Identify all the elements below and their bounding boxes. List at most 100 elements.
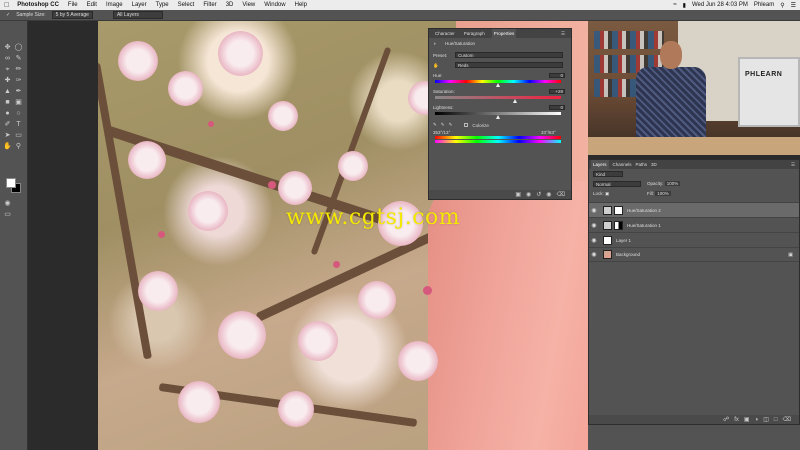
menu-filter[interactable]: Filter [203, 2, 216, 8]
tab-paths[interactable]: Paths [636, 162, 648, 167]
saturation-value[interactable]: +28 [549, 89, 565, 94]
layer-row[interactable]: ◉ Background ▣ [589, 247, 799, 262]
saturation-slider-thumb[interactable] [513, 99, 518, 103]
clock[interactable]: Wed Jun 28 4:03 PM [692, 2, 748, 8]
layer-name[interactable]: Layer 1 [616, 238, 631, 243]
layer-name[interactable]: Hue/Saturation 2 [627, 208, 661, 213]
healing-tool-icon[interactable]: ✚ [3, 76, 12, 85]
dodge-tool-icon[interactable]: ○ [14, 109, 23, 118]
path-select-icon[interactable]: ➤ [3, 131, 12, 140]
zoom-tool-icon[interactable]: ⚲ [14, 142, 23, 151]
marquee-tool-icon[interactable]: ◯ [14, 43, 23, 52]
fx-icon[interactable]: fx [734, 417, 739, 423]
tab-paragraph[interactable]: Paragraph [462, 31, 487, 36]
new-layer-icon[interactable]: □ [774, 417, 778, 423]
menu-3d[interactable]: 3D [226, 2, 234, 8]
eye-icon[interactable]: ◉ [589, 251, 599, 258]
tab-properties[interactable]: Properties [491, 29, 517, 38]
layer-row[interactable]: ◉ Hue/Saturation 2 [589, 202, 799, 217]
user-name[interactable]: Phleam [754, 2, 774, 8]
search-icon[interactable]: ⚲ [780, 2, 784, 9]
adjustment-layer-icon[interactable]: ◑ [755, 417, 759, 423]
stamp-tool-icon[interactable]: ▲ [3, 87, 12, 96]
eyedropper-plus-icon[interactable]: ✎ [441, 122, 445, 128]
eyedropper-icon[interactable]: ✓ [6, 12, 10, 18]
type-tool-icon[interactable]: T [14, 120, 23, 129]
move-tool-icon[interactable]: ✥ [3, 43, 12, 52]
lasso-tool-icon[interactable]: ∞ [3, 54, 12, 63]
saturation-slider[interactable] [435, 96, 561, 99]
foreground-color-swatch[interactable] [6, 178, 16, 188]
sample-size-select[interactable]: 5 by 5 Average [51, 11, 93, 19]
eyedropper-minus-icon[interactable]: ✎ [449, 122, 453, 128]
gradient-tool-icon[interactable]: ▣ [14, 98, 23, 107]
menu-help[interactable]: Help [295, 2, 307, 8]
screen-mode-icon[interactable]: ▭ [3, 210, 12, 219]
hand-tool-icon[interactable]: ✋ [433, 63, 439, 69]
blend-mode-select[interactable]: Normal [593, 181, 641, 187]
eye-icon[interactable]: ◉ [589, 207, 599, 214]
hue-range-bar-bottom[interactable] [435, 140, 561, 143]
lightness-value[interactable]: 0 [549, 105, 565, 110]
reset-icon[interactable]: ↺ [536, 191, 541, 198]
menu-image[interactable]: Image [106, 2, 123, 8]
view-previous-icon[interactable]: ◉ [526, 191, 531, 198]
list-icon[interactable]: ☰ [791, 2, 796, 9]
link-icon[interactable]: ☍ [723, 416, 729, 423]
tab-3d[interactable]: 3D [651, 162, 657, 167]
blur-tool-icon[interactable]: ● [3, 109, 12, 118]
menu-type[interactable]: Type [156, 2, 169, 8]
lock-icon[interactable]: ▣ [605, 191, 609, 196]
panel-menu-icon[interactable]: ☰ [791, 162, 795, 168]
apple-menu-icon[interactable]:  [4, 2, 9, 9]
eraser-tool-icon[interactable]: ■ [3, 98, 12, 107]
battery-icon[interactable]: ▮ [683, 2, 686, 9]
quick-mask-icon[interactable]: ◉ [3, 199, 12, 208]
tab-channels[interactable]: Channels [613, 162, 632, 167]
pen-tool-icon[interactable]: ✐ [3, 120, 12, 129]
layer-row[interactable]: ◉ Hue/Saturation 1 [589, 217, 799, 232]
menu-select[interactable]: Select [178, 2, 195, 8]
eyedropper-tool-icon[interactable]: ✏ [14, 65, 23, 74]
layer-mask-thumbnail[interactable] [614, 205, 623, 215]
layer-row[interactable]: ◉ Layer 1 [589, 232, 799, 247]
brush-tool-icon[interactable]: ✑ [14, 76, 23, 85]
eye-icon[interactable]: ◉ [589, 237, 599, 244]
eye-icon[interactable]: ◉ [589, 222, 599, 229]
tab-character[interactable]: Character [433, 31, 457, 36]
hue-value[interactable]: 0 [549, 73, 565, 78]
hue-slider-thumb[interactable] [495, 83, 500, 87]
fill-value[interactable]: 100% [655, 191, 671, 196]
layer-mask-thumbnail[interactable] [614, 220, 623, 230]
opacity-value[interactable]: 100% [664, 181, 681, 186]
preset-select[interactable]: Custom [455, 52, 563, 58]
delete-icon[interactable]: ⌫ [557, 191, 565, 198]
visibility-icon[interactable]: ◉ [546, 191, 551, 198]
menu-file[interactable]: File [68, 2, 78, 8]
tab-layers[interactable]: Layers [591, 160, 609, 169]
quick-select-icon[interactable]: ✎ [14, 54, 23, 63]
clip-to-layer-icon[interactable]: ▣ [515, 191, 521, 198]
panel-menu-icon[interactable]: ☰ [559, 31, 567, 37]
lightness-slider-thumb[interactable] [495, 115, 500, 119]
new-group-icon[interactable]: ◫ [763, 416, 769, 423]
layer-filter-select[interactable]: Kind [593, 171, 623, 177]
wifi-icon[interactable]: ≈ [673, 2, 676, 8]
sample-layers-select[interactable]: All Layers [112, 11, 163, 19]
hand-tool-icon[interactable]: ✋ [3, 142, 12, 151]
layer-name[interactable]: Background [616, 252, 640, 257]
trash-icon[interactable]: ⌫ [783, 416, 791, 423]
add-mask-icon[interactable]: ▣ [744, 416, 750, 423]
menu-view[interactable]: View [242, 2, 255, 8]
menu-layer[interactable]: Layer [132, 2, 147, 8]
shape-tool-icon[interactable]: ▭ [14, 131, 23, 140]
channel-select[interactable]: Reds [455, 62, 563, 68]
layer-name[interactable]: Hue/Saturation 1 [627, 223, 661, 228]
menu-window[interactable]: Window [264, 2, 285, 8]
crop-tool-icon[interactable]: ⌖ [3, 65, 12, 74]
app-menu[interactable]: Photoshop CC [17, 2, 59, 8]
history-brush-icon[interactable]: ✒ [14, 87, 23, 96]
menu-edit[interactable]: Edit [87, 2, 97, 8]
eyedropper-icon[interactable]: ✎ [433, 122, 437, 128]
colorize-checkbox[interactable] [464, 123, 469, 127]
